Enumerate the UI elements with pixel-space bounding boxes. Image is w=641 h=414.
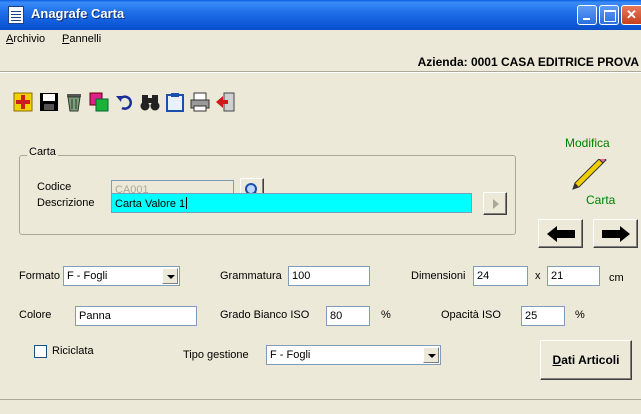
mode-entity-label: Carta bbox=[586, 193, 616, 207]
title-bar[interactable]: Anagrafe Carta bbox=[0, 0, 641, 30]
add-button[interactable] bbox=[9, 87, 34, 113]
binoculars-search-icon bbox=[140, 95, 160, 111]
dati-articoli-button[interactable]: Dati Articoli bbox=[540, 340, 632, 380]
riciclata-label: Riciclata bbox=[52, 345, 94, 357]
exit-button[interactable] bbox=[211, 87, 236, 113]
exit-icon bbox=[216, 92, 235, 112]
chevron-down-icon[interactable] bbox=[423, 347, 439, 363]
dimensioni-separator: x bbox=[535, 270, 541, 282]
opacita-label: Opacità ISO bbox=[441, 309, 501, 321]
descrizione-field[interactable]: Carta Valore 1 bbox=[111, 193, 472, 213]
tipo-gestione-value: F - Fogli bbox=[270, 349, 311, 361]
minimize-button[interactable] bbox=[577, 5, 597, 25]
print-icon bbox=[190, 92, 210, 112]
undo-icon bbox=[116, 95, 132, 110]
riciclata-checkbox[interactable] bbox=[34, 345, 47, 358]
application-window: Anagrafe Carta Archivio Pannelli Azienda… bbox=[0, 0, 641, 414]
arrow-left-icon bbox=[547, 226, 575, 242]
search-button[interactable] bbox=[136, 87, 161, 113]
document-icon bbox=[8, 6, 24, 24]
opacita-unit: % bbox=[575, 309, 585, 321]
grado-bianco-label: Grado Bianco ISO bbox=[220, 309, 310, 321]
grammatura-field[interactable]: 100 bbox=[288, 266, 370, 286]
formato-select[interactable]: F - Fogli bbox=[63, 266, 180, 286]
descrizione-label: Descrizione bbox=[37, 197, 95, 209]
menu-archivio-rest: rchivio bbox=[13, 33, 46, 45]
dimensioni-width-field[interactable]: 24 bbox=[473, 266, 528, 286]
clipboard-button[interactable] bbox=[161, 87, 186, 113]
copy-button[interactable] bbox=[85, 87, 110, 113]
toolbar bbox=[0, 87, 280, 117]
save-button[interactable] bbox=[35, 87, 60, 113]
carta-group-title: Carta bbox=[27, 146, 58, 158]
close-button[interactable] bbox=[621, 5, 641, 25]
divider bbox=[0, 71, 641, 73]
window-title: Anagrafe Carta bbox=[31, 6, 125, 21]
add-icon bbox=[13, 92, 33, 112]
azienda-label: Azienda: 0001 CASA EDITRICE PROVA bbox=[417, 55, 639, 69]
delete-button[interactable] bbox=[60, 87, 85, 113]
grado-bianco-field[interactable]: 80 bbox=[326, 306, 370, 326]
save-icon bbox=[40, 93, 58, 111]
tipo-gestione-label: Tipo gestione bbox=[183, 349, 249, 361]
colore-field[interactable]: Panna bbox=[75, 306, 197, 326]
menu-pannelli-rest: annelli bbox=[69, 33, 102, 45]
codice-label: Codice bbox=[37, 181, 72, 193]
mode-label: Modifica bbox=[565, 136, 610, 150]
copy-icon bbox=[89, 92, 109, 112]
menu-pannelli[interactable]: Pannelli bbox=[62, 33, 101, 45]
status-bar bbox=[0, 399, 641, 414]
descrizione-value: Carta Valore 1 bbox=[115, 198, 186, 210]
formato-label: Formato bbox=[19, 270, 60, 282]
chevron-down-icon[interactable] bbox=[162, 268, 178, 284]
colore-label: Colore bbox=[19, 309, 52, 321]
previous-record-button[interactable] bbox=[538, 219, 583, 248]
pencil-icon bbox=[572, 159, 607, 190]
menu-bar: Archivio Pannelli bbox=[0, 30, 641, 48]
formato-value: F - Fogli bbox=[67, 270, 108, 282]
maximize-button[interactable] bbox=[599, 5, 619, 25]
text-caret bbox=[186, 197, 188, 209]
dimensioni-label: Dimensioni bbox=[411, 270, 466, 282]
opacita-field[interactable]: 25 bbox=[521, 306, 565, 326]
clipboard-icon bbox=[166, 93, 184, 112]
tipo-gestione-select[interactable]: F - Fogli bbox=[266, 345, 441, 365]
grammatura-label: Grammatura bbox=[220, 270, 282, 282]
menu-archivio[interactable]: Archivio bbox=[6, 33, 45, 45]
dimensioni-height-field[interactable]: 21 bbox=[547, 266, 600, 286]
grado-bianco-unit: % bbox=[381, 309, 391, 321]
undo-button[interactable] bbox=[111, 87, 136, 113]
next-record-button[interactable] bbox=[593, 219, 638, 248]
dimensioni-unit: cm bbox=[609, 272, 624, 284]
print-button[interactable] bbox=[186, 87, 211, 113]
descrizione-detail-button[interactable] bbox=[483, 192, 507, 215]
delete-icon bbox=[67, 94, 81, 112]
arrow-right-icon bbox=[602, 226, 630, 242]
